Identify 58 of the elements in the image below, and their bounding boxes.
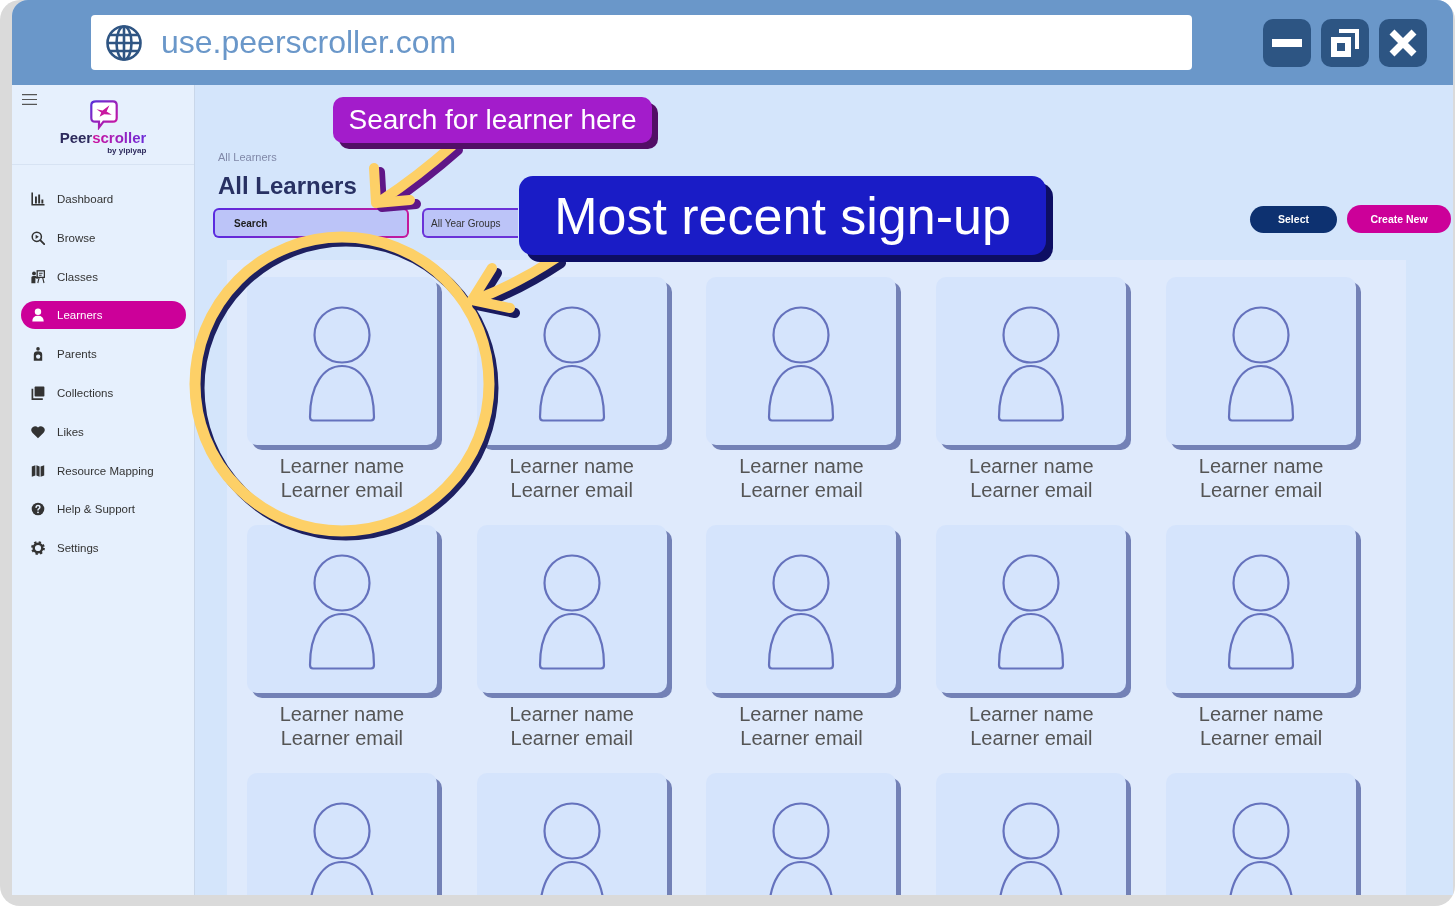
sidebar-item[interactable]: Settings bbox=[21, 534, 186, 563]
search-icon bbox=[31, 230, 45, 245]
learner-name: Learner name bbox=[279, 454, 405, 478]
restore-button[interactable] bbox=[1321, 18, 1369, 67]
sidebar-item[interactable]: Collections bbox=[21, 379, 186, 407]
url-text: use.peerscroller.com bbox=[161, 24, 457, 61]
minimize-icon bbox=[1272, 38, 1302, 47]
globe-icon bbox=[106, 24, 142, 61]
teacher-board-icon bbox=[31, 269, 45, 284]
breadcrumb: All Learners bbox=[218, 151, 277, 163]
select-button[interactable]: Select bbox=[1250, 205, 1337, 233]
learner-name: Learner name bbox=[279, 702, 405, 726]
bar-chart-icon bbox=[31, 192, 45, 206]
sidebar-item[interactable]: Parents bbox=[21, 340, 186, 369]
close-button[interactable] bbox=[1379, 18, 1427, 67]
page-title: All Learners bbox=[218, 171, 357, 201]
learner-name: Learner name bbox=[739, 702, 864, 726]
learner-email: Learner email bbox=[510, 726, 633, 750]
learner-email: Learner email bbox=[740, 478, 863, 502]
close-icon bbox=[1389, 28, 1417, 57]
sidebar-item[interactable]: Classes bbox=[21, 262, 186, 291]
learner-email: Learner email bbox=[280, 726, 404, 750]
heart-icon bbox=[31, 424, 45, 439]
menu-icon[interactable] bbox=[22, 94, 37, 105]
learner-name: Learner name bbox=[969, 702, 1094, 726]
sidebar-item[interactable]: Learners bbox=[21, 301, 186, 330]
restore-icon bbox=[1331, 28, 1359, 57]
learner-email: Learner email bbox=[970, 726, 1093, 750]
map-icon bbox=[31, 463, 45, 478]
learner-name: Learner name bbox=[1198, 454, 1324, 478]
sidebar-item[interactable]: Help & Support bbox=[21, 495, 186, 524]
sidebar-item[interactable]: Resource Mapping bbox=[21, 456, 186, 485]
parent-child-icon bbox=[31, 347, 45, 362]
sidebar-item[interactable]: Browse bbox=[21, 223, 186, 252]
brand-byline: by yipiyap bbox=[107, 146, 147, 155]
learner-email: Learner email bbox=[280, 478, 404, 502]
learner-email: Learner email bbox=[1199, 478, 1323, 502]
year-group-dropdown[interactable]: All Year Groups bbox=[422, 208, 518, 238]
learner-name: Learner name bbox=[509, 702, 634, 726]
settings-icon bbox=[31, 541, 45, 556]
help-icon bbox=[31, 502, 45, 517]
sidebar-item[interactable]: Likes bbox=[21, 417, 186, 446]
person-icon bbox=[31, 308, 45, 323]
brand-wordmark: Peerscroller bbox=[59, 130, 147, 146]
learner-name: Learner name bbox=[1198, 702, 1324, 726]
learner-email: Learner email bbox=[1199, 726, 1323, 750]
logo-icon bbox=[88, 100, 118, 130]
learner-email: Learner email bbox=[510, 478, 633, 502]
learner-email: Learner email bbox=[970, 478, 1093, 502]
learner-name: Learner name bbox=[509, 454, 634, 478]
minimize-button[interactable] bbox=[1263, 18, 1311, 67]
books-icon bbox=[31, 386, 45, 400]
learner-email: Learner email bbox=[740, 726, 863, 750]
sidebar-item[interactable]: Dashboard bbox=[21, 185, 186, 213]
create-button[interactable]: Create New bbox=[1347, 205, 1451, 233]
search-field[interactable]: Search bbox=[213, 208, 409, 238]
learner-name: Learner name bbox=[739, 454, 864, 478]
learner-name: Learner name bbox=[969, 454, 1094, 478]
